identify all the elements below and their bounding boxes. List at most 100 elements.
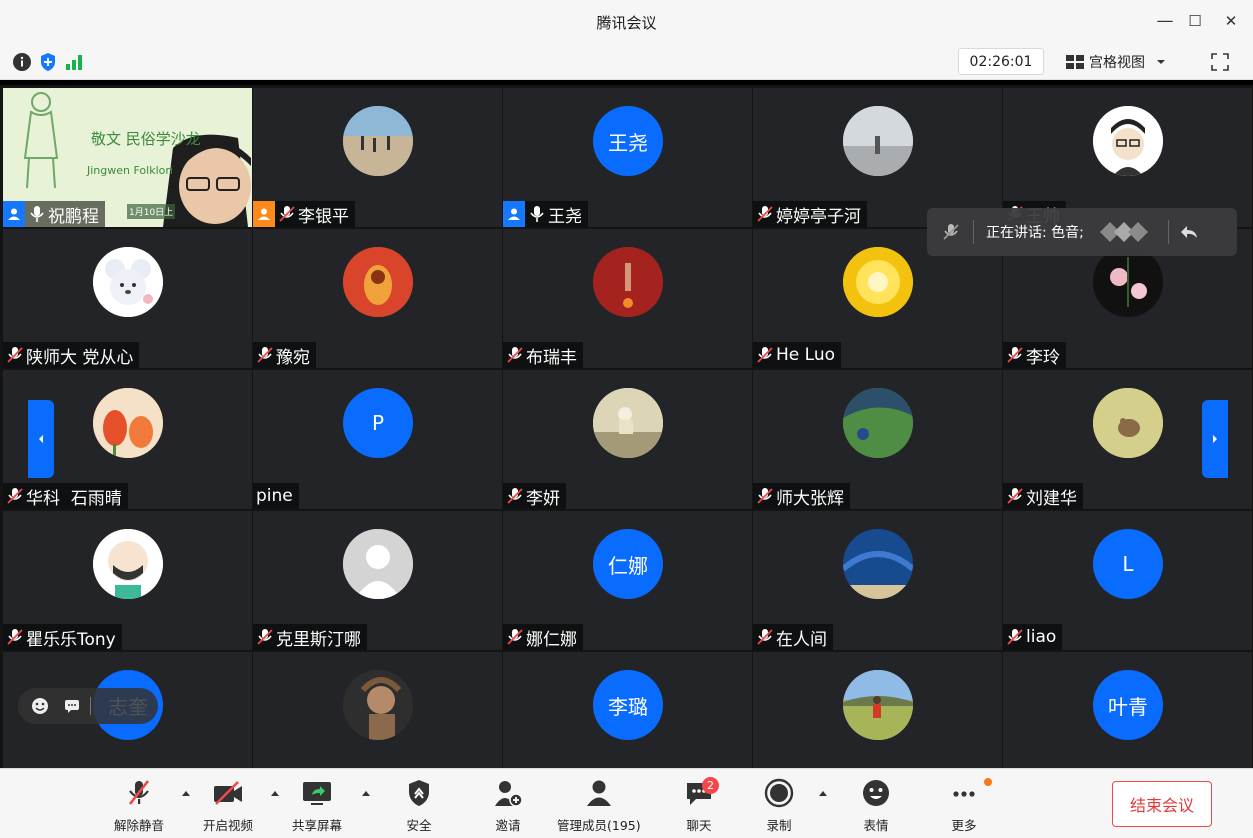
- participant-avatar: [93, 388, 163, 458]
- participant-tile[interactable]: 陕师大 党从心: [3, 229, 252, 368]
- participant-name: pine: [256, 486, 293, 506]
- next-page-button[interactable]: [1202, 400, 1228, 478]
- participant-tile[interactable]: 李银平: [253, 88, 502, 227]
- more-button[interactable]: 更多: [947, 777, 981, 834]
- start-video-button[interactable]: 开启视频: [203, 777, 253, 834]
- invite-button[interactable]: 邀请: [491, 777, 525, 834]
- participant-nameplate: 陕师大 党从心: [3, 342, 140, 368]
- participant-nameplate: liao: [1003, 624, 1063, 650]
- quick-reaction-bar: [18, 688, 158, 724]
- participant-tile[interactable]: 敬文 民俗学沙龙 Jingwen Folklori 1月10日上 祝鹏程: [3, 88, 252, 227]
- banner-subtitle: Jingwen Folklori: [87, 164, 173, 177]
- participant-nameplate: 师大张辉: [753, 483, 850, 509]
- chat-bubble-icon[interactable]: [62, 696, 82, 716]
- share-screen-button[interactable]: 共享屏幕: [292, 777, 342, 834]
- participant-avatar: [843, 388, 913, 458]
- security-button[interactable]: 安全: [402, 777, 436, 834]
- participant-nameplate: 李玲: [1003, 342, 1066, 368]
- participant-tile[interactable]: 叶青: [1003, 652, 1252, 768]
- participant-tile[interactable]: 布瑞丰: [503, 229, 752, 368]
- participant-name: 豫宛: [276, 347, 310, 368]
- mic-off-icon: [279, 206, 295, 222]
- participant-nameplate: 婷婷亭子河: [753, 201, 867, 227]
- speaker-waveform-icon: [1099, 222, 1148, 242]
- participant-nameplate: 刘建华: [1003, 483, 1083, 509]
- participant-avatar: [343, 670, 413, 740]
- mic-off-icon: [757, 206, 773, 222]
- mic-off-icon: [7, 629, 23, 645]
- participant-nameplate: 在人间: [753, 624, 833, 650]
- minimize-button[interactable]: —: [1152, 8, 1178, 34]
- mic-muted-icon: [128, 780, 150, 805]
- participant-tile[interactable]: L liao: [1003, 511, 1252, 650]
- info-icon[interactable]: [12, 52, 32, 72]
- participant-nameplate: 娜仁娜: [503, 624, 583, 650]
- participant-name: 布瑞丰: [526, 347, 577, 368]
- reactions-button[interactable]: 表情: [859, 777, 893, 834]
- reply-icon[interactable]: [1179, 223, 1199, 241]
- maximize-button[interactable]: ☐: [1182, 8, 1208, 34]
- active-speaker-popover: 正在讲话: 色音;: [927, 208, 1237, 256]
- participant-tile[interactable]: 李璐: [503, 652, 752, 768]
- divider: [973, 220, 974, 244]
- end-meeting-button[interactable]: 结束会议: [1112, 781, 1212, 827]
- mic-off-icon: [757, 488, 773, 504]
- fullscreen-icon: [1211, 53, 1229, 71]
- shield-icon[interactable]: [38, 52, 58, 72]
- view-label: 宫格视图: [1089, 54, 1145, 71]
- caret-up-icon[interactable]: [181, 789, 191, 799]
- participant-nameplate: 豫宛: [253, 342, 316, 368]
- participant-tile[interactable]: 克里斯汀哪: [253, 511, 502, 650]
- participant-grid: 敬文 民俗学沙龙 Jingwen Folklori 1月10日上 祝鹏程 李银平…: [0, 80, 1253, 768]
- participant-tile[interactable]: [253, 652, 502, 768]
- signal-icon[interactable]: [64, 52, 84, 72]
- participant-tile[interactable]: 婷婷亭子河: [753, 88, 1002, 227]
- participant-tile[interactable]: 李妍: [503, 370, 752, 509]
- prev-page-button[interactable]: [28, 400, 54, 478]
- divider: [90, 697, 91, 715]
- mic-off-icon: [507, 629, 523, 645]
- emoji-icon[interactable]: [30, 696, 50, 716]
- participant-avatar: 李璐: [593, 670, 663, 740]
- participant-nameplate: pine: [253, 483, 299, 509]
- participant-tile[interactable]: 豫宛: [253, 229, 502, 368]
- participant-avatar: 仁娜: [593, 529, 663, 599]
- mic-off-icon: [257, 347, 273, 363]
- participant-name: 在人间: [776, 629, 827, 650]
- meeting-toolbar: 02:26:01 宫格视图: [0, 44, 1253, 80]
- participant-name: 华科 石雨晴: [26, 488, 122, 509]
- caret-up-icon[interactable]: [818, 789, 828, 799]
- participant-tile[interactable]: [753, 652, 1002, 768]
- participant-tile[interactable]: P pine: [253, 370, 502, 509]
- record-button[interactable]: 录制: [762, 777, 796, 834]
- participant-tile[interactable]: 王尧 王尧: [503, 88, 752, 227]
- caret-up-icon[interactable]: [270, 789, 280, 799]
- more-notification-dot: [984, 778, 992, 786]
- participant-tile[interactable]: 仁娜 娜仁娜: [503, 511, 752, 650]
- banner-title: 敬文 民俗学沙龙: [91, 130, 201, 148]
- caret-up-icon[interactable]: [361, 789, 371, 799]
- more-dots-icon: [953, 791, 975, 797]
- participant-name: He Luo: [776, 345, 835, 365]
- participant-tile[interactable]: 王帅: [1003, 88, 1252, 227]
- view-selector[interactable]: 宫格视图: [1064, 48, 1188, 75]
- manage-members-button[interactable]: 管理成员(195): [557, 777, 641, 834]
- invite-user-icon: [495, 781, 523, 807]
- participant-avatar: L: [1093, 529, 1163, 599]
- close-button[interactable]: ✕: [1218, 8, 1244, 34]
- unmute-button[interactable]: 解除静音: [114, 777, 164, 834]
- host-icon: [503, 201, 525, 227]
- grid-view-icon: [1066, 54, 1084, 69]
- participant-tile[interactable]: 瞿乐乐Tony: [3, 511, 252, 650]
- fullscreen-button[interactable]: [1208, 50, 1232, 74]
- bottom-control-bar: 解除静音 开启视频 共享屏幕 安全 邀请 管理成员(195) 聊天 录制 表情 …: [0, 768, 1253, 838]
- speaking-label: 正在讲话: 色音;: [986, 225, 1084, 241]
- participant-avatar: [1093, 388, 1163, 458]
- participant-avatar: [843, 670, 913, 740]
- participant-tile[interactable]: 师大张辉: [753, 370, 1002, 509]
- cohost-icon: [253, 201, 275, 227]
- participant-avatar: [1093, 247, 1163, 317]
- participant-avatar: [593, 388, 663, 458]
- participant-tile[interactable]: 在人间: [753, 511, 1002, 650]
- participant-name: 师大张辉: [776, 488, 844, 509]
